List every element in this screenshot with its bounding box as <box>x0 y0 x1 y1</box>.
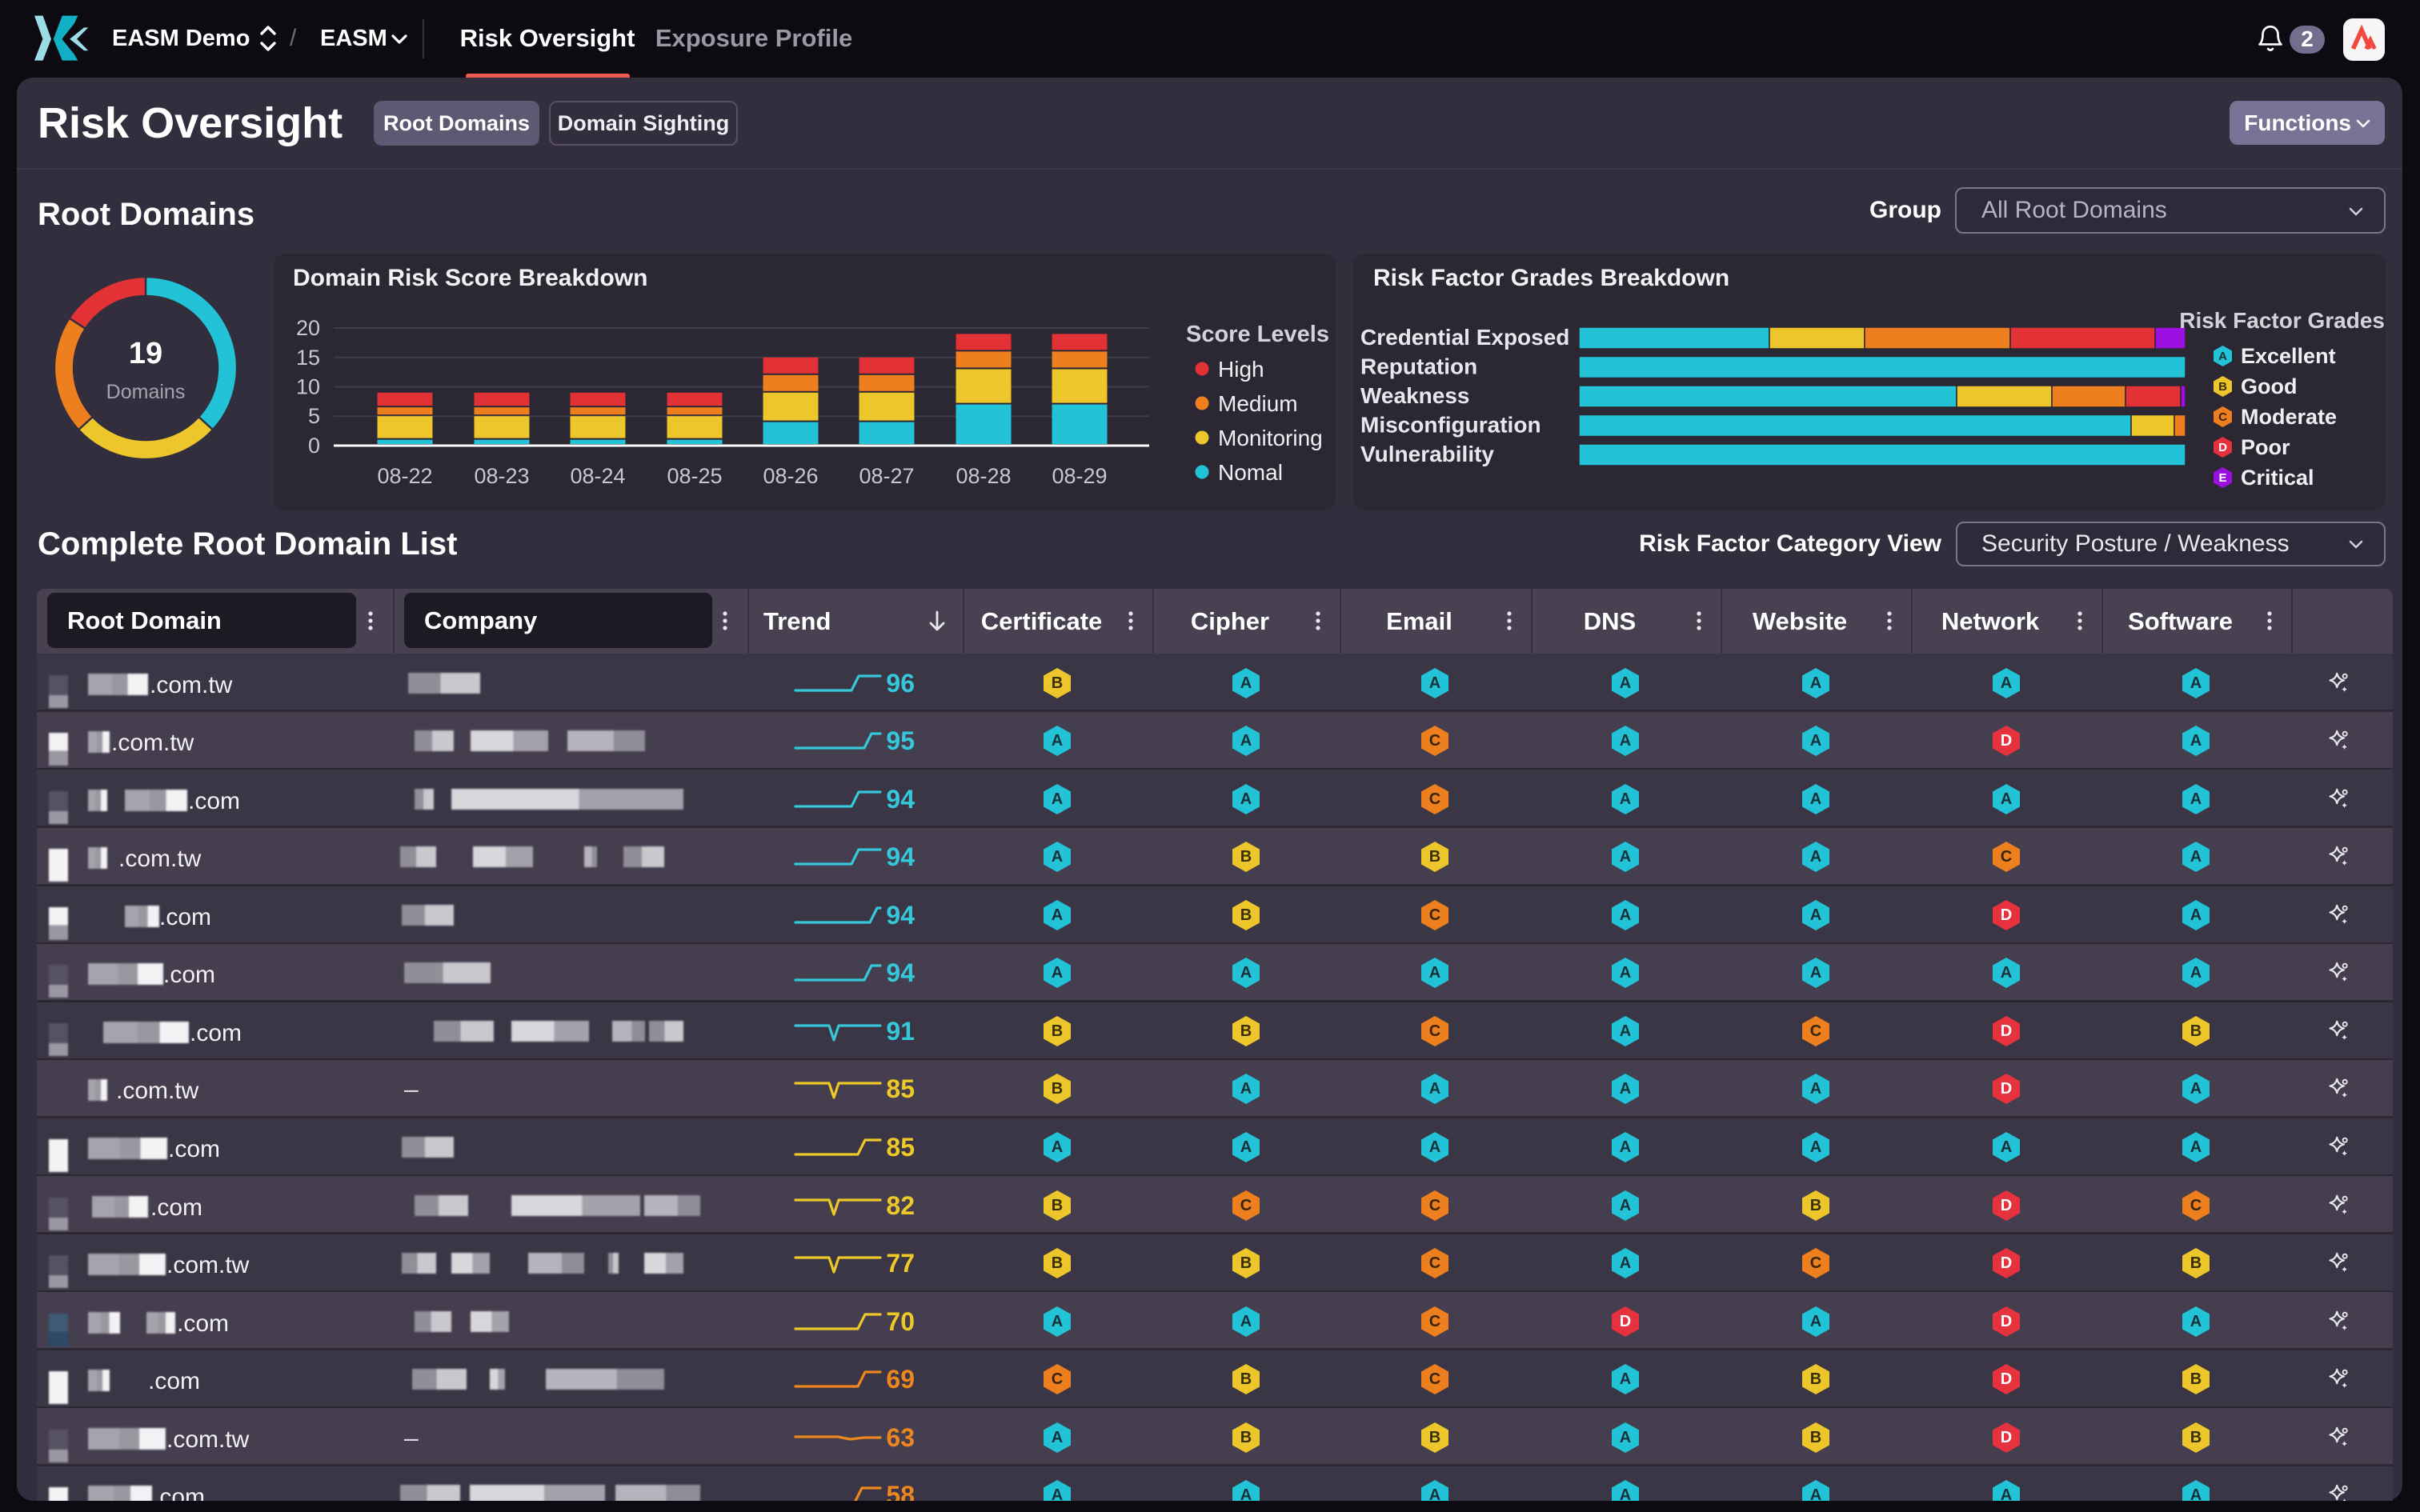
svg-text:Score Levels: Score Levels <box>1186 322 1329 347</box>
svg-text:15: 15 <box>296 346 320 370</box>
svg-text:08-28: 08-28 <box>956 464 1011 488</box>
svg-text:08-26: 08-26 <box>763 464 818 488</box>
svg-text:0: 0 <box>308 434 320 458</box>
svg-text:08-25: 08-25 <box>667 464 722 488</box>
svg-text:08-23: 08-23 <box>474 464 529 488</box>
svg-text:Medium: Medium <box>1218 391 1298 416</box>
svg-text:Credential Exposed: Credential Exposed <box>1360 325 1569 350</box>
svg-text:High: High <box>1218 357 1264 382</box>
svg-text:Monitoring: Monitoring <box>1218 426 1323 450</box>
svg-text:5: 5 <box>308 404 320 428</box>
svg-text:Vulnerability: Vulnerability <box>1360 442 1494 466</box>
svg-text:08-22: 08-22 <box>377 464 432 488</box>
svg-text:Nomal: Nomal <box>1218 460 1283 485</box>
svg-text:20: 20 <box>296 316 320 340</box>
svg-text:08-24: 08-24 <box>570 464 625 488</box>
svg-text:08-29: 08-29 <box>1052 464 1107 488</box>
svg-text:Reputation: Reputation <box>1360 354 1477 379</box>
svg-text:Weakness: Weakness <box>1360 383 1469 408</box>
svg-text:08-27: 08-27 <box>859 464 914 488</box>
svg-text:10: 10 <box>296 375 320 399</box>
svg-text:Misconfiguration: Misconfiguration <box>1360 413 1541 438</box>
